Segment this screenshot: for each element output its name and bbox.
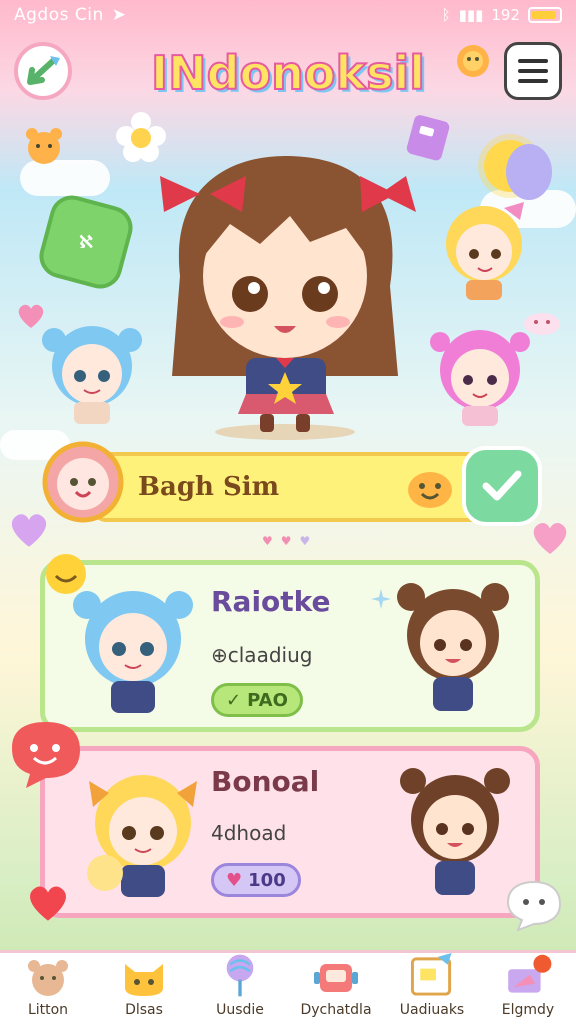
- card-subtitle: 4dhoad: [211, 821, 287, 845]
- status-number: 192: [491, 6, 520, 24]
- cat-face-icon: [125, 964, 163, 996]
- app-title: INdonoksil: [150, 45, 426, 101]
- balloon-icon: [506, 144, 552, 200]
- page-dot[interactable]: ♥: [262, 534, 273, 548]
- page-dot[interactable]: ♥: [281, 534, 292, 548]
- robot-icon: [314, 964, 358, 992]
- heart-face-icon: [533, 523, 567, 554]
- tab-label: Dlsas: [125, 1002, 163, 1018]
- star-badge[interactable]: ℵ: [34, 190, 138, 294]
- tab-label: Elgmdy: [501, 1002, 555, 1018]
- card-subtitle: ⊕claadiug: [211, 643, 313, 667]
- speech-bubble-icon[interactable]: [6, 718, 84, 790]
- tab-label: Uadiuaks: [399, 1002, 465, 1018]
- status-right: ᛒ ▮▮▮ 192: [442, 6, 562, 24]
- card-title: Bonoal: [211, 765, 320, 798]
- character-blue-hair: [73, 591, 193, 713]
- card-pill-value: 100: [248, 869, 286, 891]
- bottom-tab-bar: Litton Dlsas Uusdie Dychatdla Uadiuaks E…: [0, 950, 576, 1024]
- character-blue-hair[interactable]: [40, 316, 144, 426]
- tab-elgmdy[interactable]: Elgmdy: [480, 953, 576, 1024]
- tab-dlsas[interactable]: Dlsas: [96, 953, 192, 1024]
- character-brown-hair: [400, 768, 510, 895]
- bluetooth-icon: ᛒ: [441, 6, 451, 24]
- chat-bubble-icon[interactable]: [504, 880, 564, 932]
- character-card[interactable]: Bonoal 4dhoad ♥ 100: [40, 746, 540, 918]
- hamburger-icon: [518, 59, 548, 83]
- menu-button[interactable]: [504, 42, 562, 100]
- signal-icon: ▮▮▮: [458, 6, 484, 24]
- tab-label: Dychatdla: [300, 1002, 372, 1018]
- tab-dychatdla[interactable]: Dychatdla: [288, 953, 384, 1024]
- card-value-pill[interactable]: ✓ PAO: [211, 683, 303, 717]
- tab-litton[interactable]: Litton: [0, 953, 96, 1024]
- tab-uadiuaks[interactable]: Uadiuaks: [384, 953, 480, 1024]
- back-button[interactable]: [14, 42, 72, 100]
- heart-icon: ♥: [226, 869, 243, 891]
- tab-label: Uusdie: [216, 1002, 264, 1018]
- card-title: Raiotke: [211, 585, 331, 618]
- featured-banner[interactable]: Bagh Sim: [92, 452, 492, 522]
- page-indicator: ♥ ♥ ♥: [262, 534, 310, 548]
- sun-flower-icon: [452, 40, 494, 86]
- character-card[interactable]: Raiotke ⊕claadiug ✓ PAO: [40, 560, 540, 732]
- battery-icon: [528, 7, 562, 23]
- page-dot[interactable]: ♥: [300, 534, 311, 548]
- card-value-pill[interactable]: ♥ 100: [211, 863, 301, 897]
- arrow-icon: [27, 56, 60, 85]
- character-pink-hair[interactable]: [428, 322, 532, 428]
- featured-title: Bagh Sim: [138, 472, 280, 502]
- card-pill-value: PAO: [247, 689, 288, 711]
- character-blonde[interactable]: [434, 198, 534, 302]
- carrier-label: Agdos Cin: [14, 5, 104, 25]
- status-bar: Agdos Cin ➤ ᛒ ▮▮▮ 192: [0, 0, 576, 30]
- bear-face-icon: [26, 128, 62, 164]
- main-character[interactable]: [150, 146, 420, 442]
- tab-label: Litton: [27, 1002, 69, 1018]
- notebook-icon: [410, 953, 452, 996]
- smiley-face-icon: [408, 472, 452, 508]
- check-icon: [482, 470, 522, 501]
- check-icon: ✓: [226, 689, 242, 711]
- confirm-button[interactable]: [462, 446, 542, 526]
- pink-pet-avatar: [42, 441, 124, 523]
- character-brown-hair: [397, 583, 509, 711]
- paint-palette-icon: [508, 954, 552, 993]
- location-icon: ➤: [111, 5, 126, 25]
- emoji-bubble-icon: [46, 554, 86, 594]
- sparkle-icon: [371, 589, 391, 609]
- character-blonde: [87, 775, 197, 897]
- tab-uusdie[interactable]: Uusdie: [192, 953, 288, 1024]
- lollipop-icon: [226, 954, 254, 997]
- teddy-bear-icon: [28, 960, 68, 996]
- badge-text: ℵ: [78, 231, 94, 253]
- heart-icon: [30, 886, 66, 921]
